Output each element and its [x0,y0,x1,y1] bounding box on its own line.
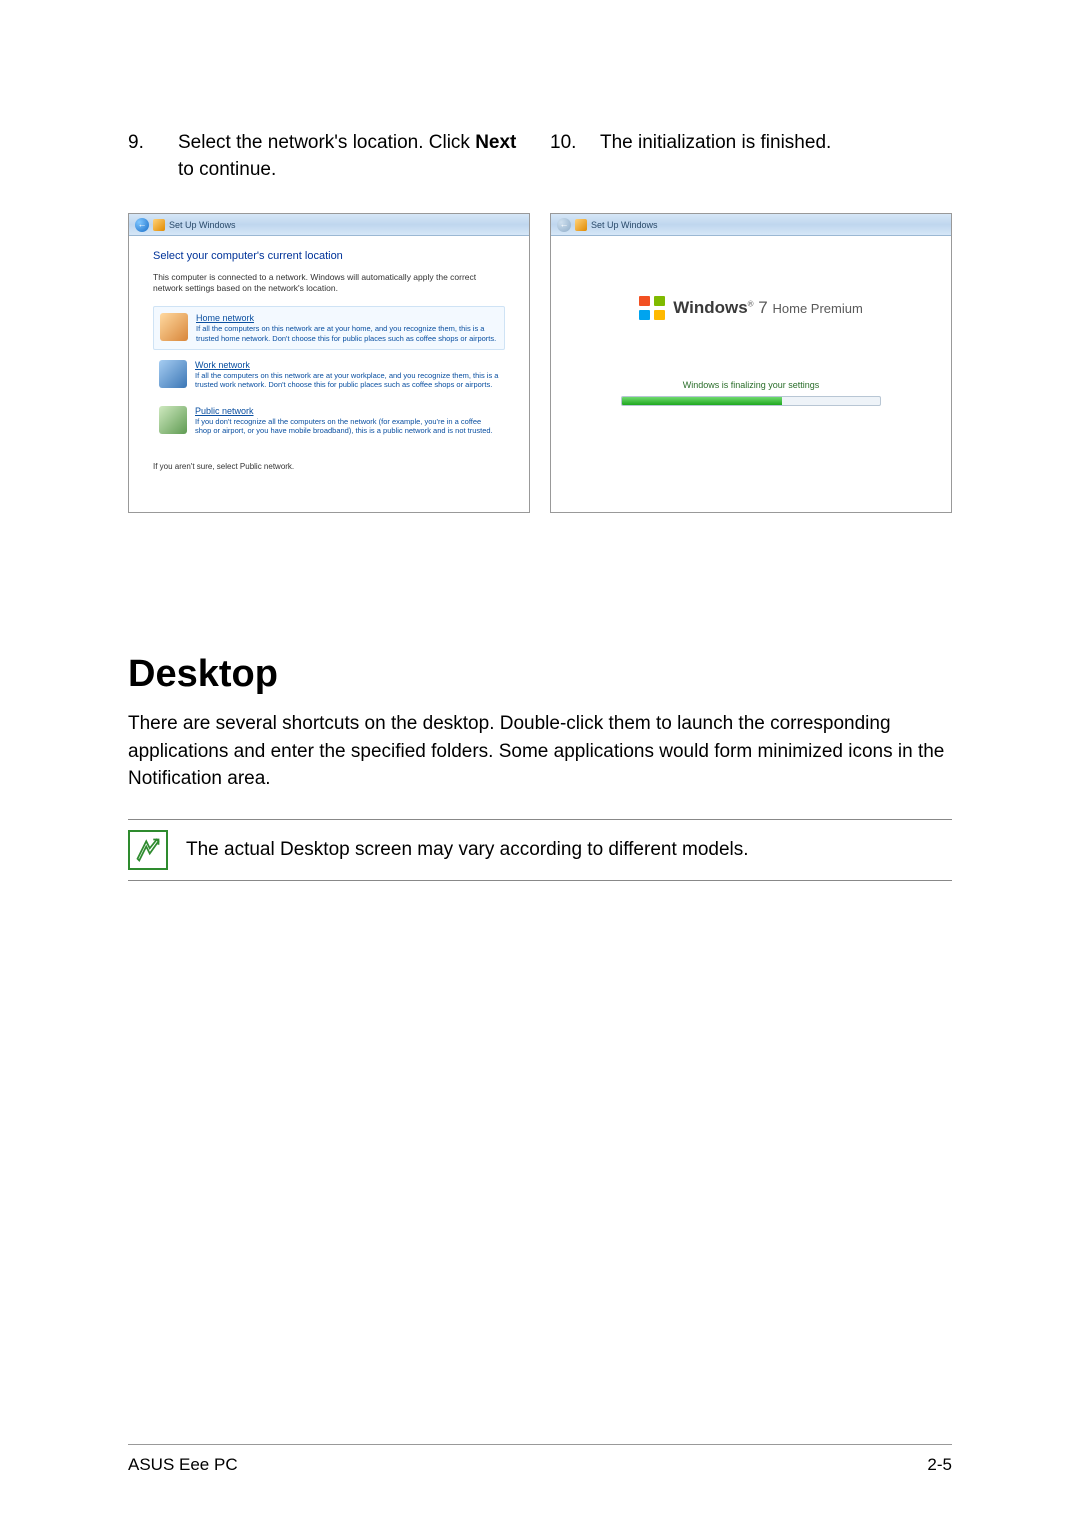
option-desc: If you don't recognize all the computers… [195,417,499,436]
section-heading: Desktop [128,653,952,696]
note-block: The actual Desktop screen may vary accor… [128,819,952,881]
window-header: ← Set Up Windows [129,214,529,236]
option-title: Work network [195,360,499,370]
windows-flag-icon [639,296,665,320]
back-icon: ← [557,218,571,232]
window-header: ← Set Up Windows [551,214,951,236]
work-network-icon [159,360,187,388]
dialog-footnote: If you aren't sure, select Public networ… [129,462,529,471]
screenshot-network-location: ← Set Up Windows Select your computer's … [128,213,530,513]
version: 7 [758,298,767,317]
network-option-home[interactable]: Home network If all the computers on thi… [153,306,505,350]
progress-bar [621,396,881,406]
page-footer: ASUS Eee PC 2-5 [128,1444,952,1475]
screenshots-row: ← Set Up Windows Select your computer's … [128,213,952,513]
option-title: Public network [195,406,499,416]
network-option-work[interactable]: Work network If all the computers on thi… [153,354,505,396]
status-text: Windows is finalizing your settings [683,380,820,390]
windows7-logo: Windows® 7 Home Premium [639,296,863,320]
section-body: There are several shortcuts on the deskt… [128,710,952,793]
footer-right: 2-5 [927,1455,952,1475]
dialog-heading: Select your computer's current location [153,250,505,262]
step-bold: Next [475,132,516,153]
step-text: The initialization is finished. [600,130,952,183]
dialog-body: Windows® 7 Home Premium Windows is final… [551,236,951,406]
footer-left: ASUS Eee PC [128,1455,238,1475]
window-title: Set Up Windows [169,220,236,230]
window-title: Set Up Windows [591,220,658,230]
screenshot-finalizing: ← Set Up Windows Windows® 7 Home Premium… [550,213,952,513]
progress-fill [622,397,782,405]
option-desc: If all the computers on this network are… [196,324,498,343]
edition: Home Premium [773,301,863,316]
steps-row: 9. Select the network's location. Click … [128,130,952,183]
step-10: 10. The initialization is finished. [550,130,952,183]
dialog-subtext: This computer is connected to a network.… [153,272,505,294]
dialog-body: Select your computer's current location … [129,236,529,453]
step-text-b: to continue. [178,159,276,180]
step-9: 9. Select the network's location. Click … [128,130,530,183]
setup-icon [575,219,587,231]
network-option-public[interactable]: Public network If you don't recognize al… [153,400,505,442]
step-text: Select the network's location. Click Nex… [178,130,530,183]
note-text: The actual Desktop screen may vary accor… [186,839,749,861]
step-text-a: Select the network's location. Click [178,132,475,153]
step-number: 9. [128,130,158,183]
option-title: Home network [196,313,498,323]
public-network-icon [159,406,187,434]
home-network-icon [160,313,188,341]
windows7-text: Windows® 7 Home Premium [673,298,863,318]
step-number: 10. [550,130,580,183]
back-icon[interactable]: ← [135,218,149,232]
option-desc: If all the computers on this network are… [195,371,499,390]
note-icon [128,830,168,870]
setup-icon [153,219,165,231]
brand: Windows [673,298,747,317]
